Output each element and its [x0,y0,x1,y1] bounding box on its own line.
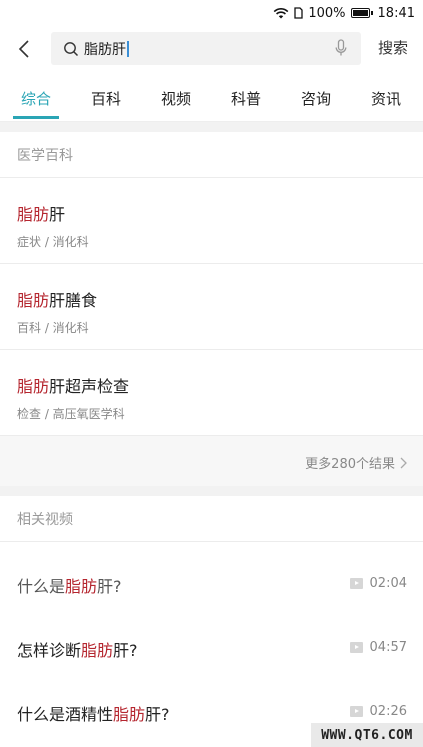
tab-comprehensive[interactable]: 综合 [21,88,51,109]
encyclopedia-item[interactable]: 脂肪肝超声检查 检查 / 高压氧医学科 [0,350,423,436]
video-title: 怎样诊断脂肪肝? [17,637,138,661]
category-tabs: 综合 百科 视频 科普 咨询 资讯 [0,78,423,122]
title-suffix: 肝? [97,577,122,596]
keyword-highlight: 脂肪 [17,291,50,310]
tab-video[interactable]: 视频 [161,88,191,109]
section-divider [0,486,423,496]
text-cursor [127,40,129,57]
keyword-highlight: 脂肪 [17,205,50,224]
search-icon [64,41,79,56]
encyclopedia-item-category: 检查 / 高压氧医学科 [17,407,125,421]
tab-encyclopedia[interactable]: 百科 [91,88,121,109]
section-divider [0,122,423,132]
video-title: 什么是脂肪肝? [17,573,122,597]
play-icon [349,706,363,717]
video-duration: 04:57 [349,640,407,655]
battery-percent: 100% [308,5,346,21]
chevron-left-icon [18,40,29,58]
status-time: 18:41 [377,5,415,21]
tab-news[interactable]: 资讯 [371,88,401,109]
microphone-icon[interactable] [335,39,347,61]
video-item[interactable]: 怎样诊断脂肪肝? 04:57 [0,615,423,679]
title-prefix: 怎样诊断 [17,641,82,660]
duration-text: 02:26 [369,704,407,719]
search-button[interactable]: 搜索 [378,37,408,58]
video-item[interactable]: 什么是脂肪肝? 02:04 [0,551,423,615]
site-watermark: WWW.QT6.COM [311,723,423,747]
title-prefix: 什么是 [17,577,66,596]
keyword-highlight: 脂肪 [81,641,114,660]
keyword-highlight: 脂肪 [17,377,50,396]
keyword-highlight: 脂肪 [65,577,98,596]
tab-consult[interactable]: 咨询 [301,88,331,109]
encyclopedia-item-category: 症状 / 消化科 [17,235,89,249]
search-query: 脂肪肝 [84,41,126,58]
active-tab-indicator [13,116,59,119]
sim-icon [294,7,304,19]
more-results-label: 更多280个结果 [305,457,395,472]
back-button[interactable] [10,35,38,63]
duration-text: 02:04 [369,576,407,591]
video-duration: 02:04 [349,576,407,591]
tab-science[interactable]: 科普 [231,88,261,109]
encyclopedia-item-title: 脂肪肝超声检查 [17,373,129,397]
search-input[interactable]: 脂肪肝 [51,32,361,65]
duration-text: 04:57 [369,640,407,655]
title-rest: 肝膳食 [49,291,98,310]
search-bar: 脂肪肝 搜索 [0,30,423,68]
wifi-icon [273,7,289,19]
more-results-link[interactable]: 更多280个结果 [305,453,407,472]
encyclopedia-item-title: 脂肪肝膳食 [17,287,97,311]
encyclopedia-item-title: 脂肪肝 [17,201,65,225]
keyword-highlight: 脂肪 [113,705,146,724]
video-title: 什么是酒精性脂肪肝? [17,701,170,725]
more-results-row[interactable]: 更多280个结果 [0,436,423,486]
title-rest: 肝超声检查 [49,377,130,396]
encyclopedia-item-category: 百科 / 消化科 [17,321,89,335]
video-duration: 02:26 [349,704,407,719]
title-prefix: 什么是酒精性 [17,705,114,724]
title-suffix: 肝? [145,705,170,724]
status-bar: 100% 18:41 [0,0,423,26]
section-header-encyclopedia: 医学百科 [0,132,423,178]
battery-icon [350,8,373,18]
title-suffix: 肝? [113,641,138,660]
chevron-right-icon [400,457,407,468]
play-icon [349,642,363,653]
encyclopedia-item[interactable]: 脂肪肝膳食 百科 / 消化科 [0,264,423,350]
encyclopedia-item[interactable]: 脂肪肝 症状 / 消化科 [0,178,423,264]
section-header-videos: 相关视频 [0,496,423,542]
title-rest: 肝 [49,205,66,224]
play-icon [349,578,363,589]
